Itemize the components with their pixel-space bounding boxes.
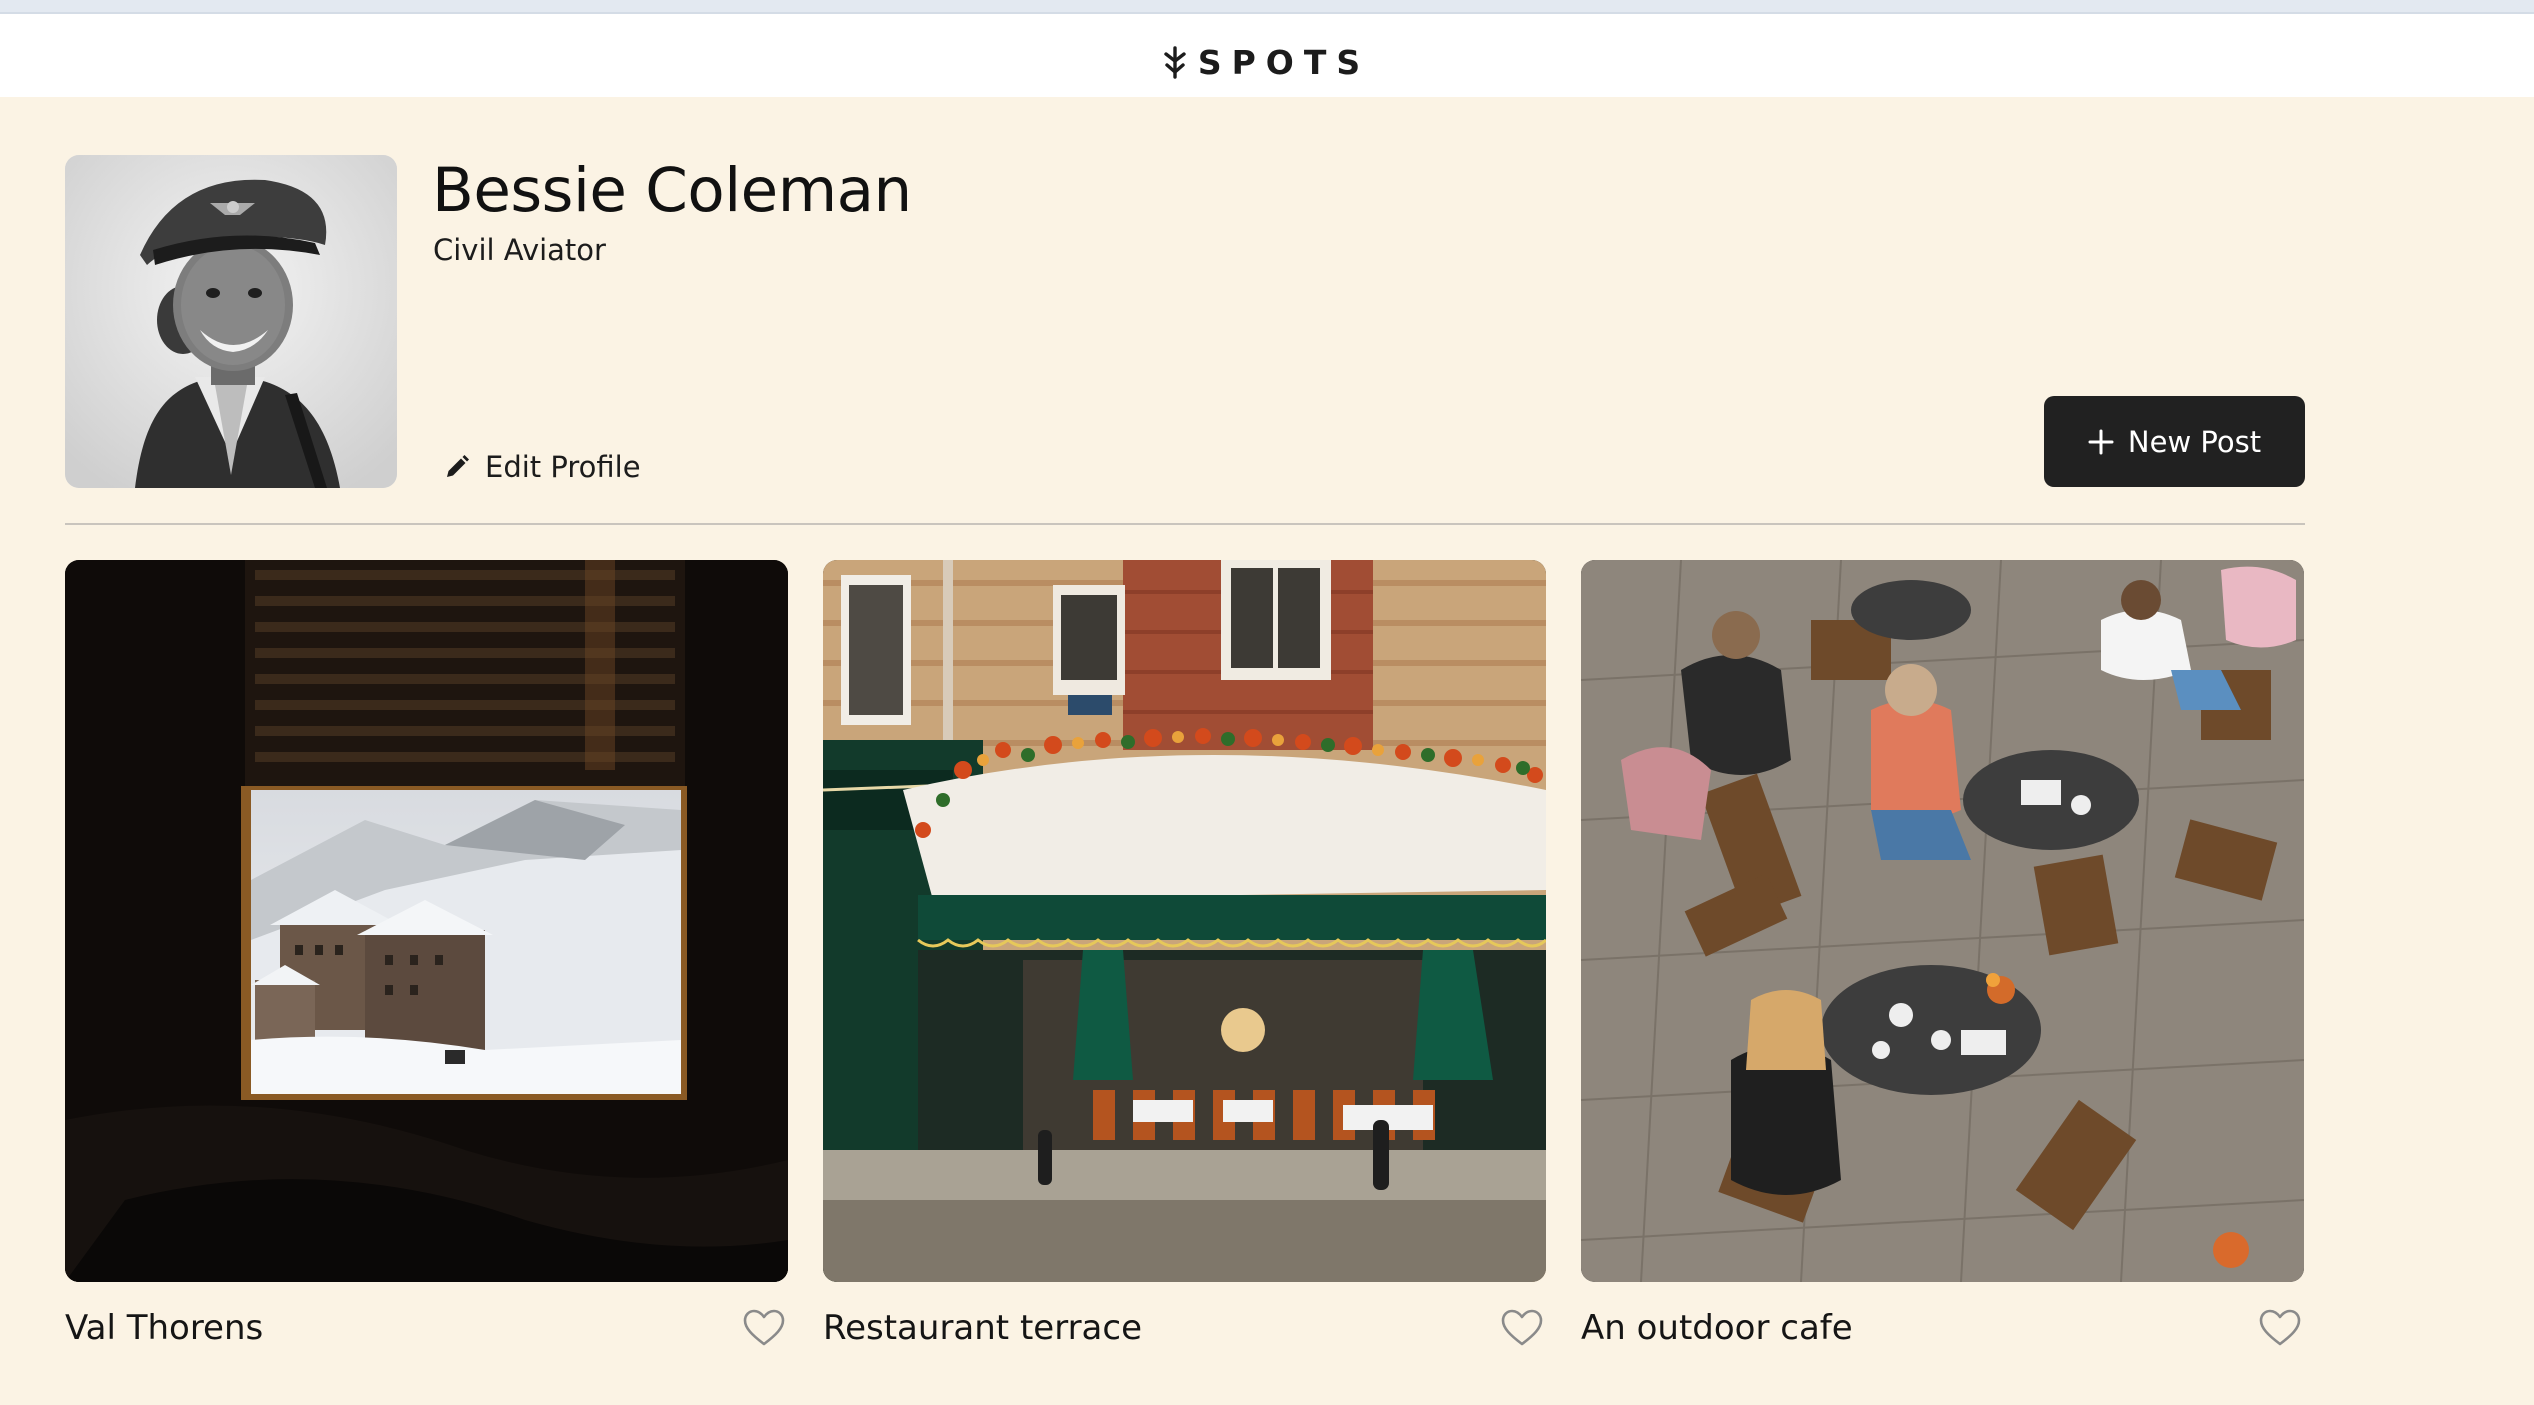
like-button[interactable]	[1498, 1304, 1546, 1352]
new-post-button[interactable]: New Post	[2044, 396, 2305, 487]
heart-outline-icon	[1501, 1309, 1543, 1346]
profile-divider	[65, 523, 2305, 525]
cards-grid: Val Thorens Restaurant terrace An outdoo…	[65, 560, 2305, 1360]
profile-section: Bessie Coleman Civil Aviator Edit Profil…	[65, 155, 2305, 488]
like-button[interactable]	[740, 1304, 788, 1352]
avatar	[65, 155, 397, 488]
spots-logo-icon	[1164, 45, 1186, 79]
profile-title: Civil Aviator	[433, 233, 606, 267]
card-image-val-thorens	[65, 560, 788, 1282]
heart-outline-icon	[743, 1309, 785, 1346]
card-image[interactable]	[823, 560, 1546, 1282]
card-title: Val Thorens	[65, 1308, 264, 1348]
card-image-restaurant-terrace	[823, 560, 1546, 1282]
browser-top-bar	[0, 0, 2534, 14]
site-logo[interactable]: SPOTS	[1162, 43, 1370, 82]
card-footer: Val Thorens	[65, 1298, 788, 1358]
new-post-label: New Post	[2127, 424, 2262, 459]
card-title: Restaurant terrace	[823, 1308, 1142, 1348]
card: An outdoor cafe	[1581, 560, 2304, 1348]
like-button[interactable]	[2256, 1304, 2304, 1352]
avatar-photo	[65, 155, 397, 488]
pencil-icon	[447, 455, 469, 477]
card-footer: An outdoor cafe	[1581, 1298, 2304, 1358]
card-title: An outdoor cafe	[1581, 1308, 1853, 1348]
plus-icon	[2088, 429, 2114, 454]
card-image[interactable]	[65, 560, 788, 1282]
card-image[interactable]	[1581, 560, 2304, 1282]
main-content: Bessie Coleman Civil Aviator Edit Profil…	[0, 97, 2534, 1405]
profile-name: Bessie Coleman	[432, 155, 912, 226]
logo-text: SPOTS	[1197, 43, 1371, 82]
heart-outline-icon	[2259, 1309, 2301, 1346]
site-header: SPOTS	[0, 14, 2534, 97]
edit-profile-label: Edit Profile	[485, 450, 641, 484]
card: Val Thorens	[65, 560, 788, 1348]
card-footer: Restaurant terrace	[823, 1298, 1546, 1358]
card-image-outdoor-cafe	[1581, 560, 2304, 1282]
edit-profile-button[interactable]: Edit Profile	[443, 450, 641, 484]
card: Restaurant terrace	[823, 560, 1546, 1348]
